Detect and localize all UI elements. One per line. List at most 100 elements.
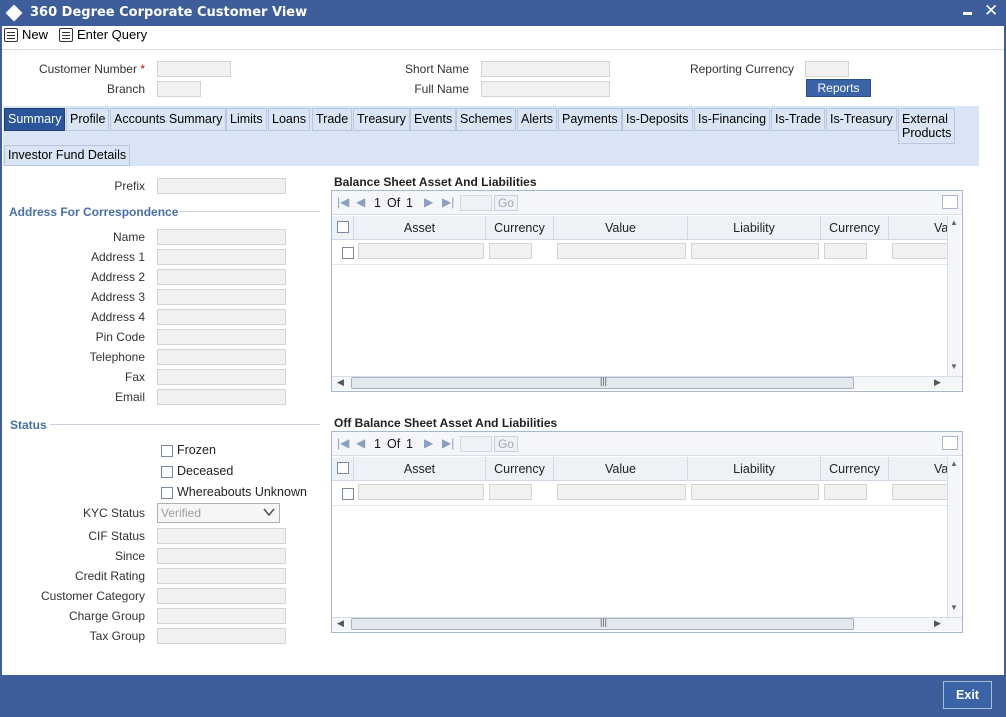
vertical-scrollbar[interactable]: ▲ ▼ [947, 216, 961, 376]
scroll-down-icon[interactable]: ▼ [950, 603, 958, 612]
scroll-up-icon[interactable]: ▲ [950, 459, 958, 468]
prev-page-icon[interactable]: ◀ [356, 195, 365, 209]
deceased-checkbox[interactable] [161, 466, 173, 478]
cif-status-field[interactable] [157, 528, 286, 544]
col-value-2[interactable]: Va [889, 216, 947, 239]
kyc-status-select[interactable]: Verified [157, 503, 280, 523]
address4-field[interactable] [157, 309, 286, 325]
tab-limits[interactable]: Limits [226, 108, 267, 131]
scroll-left-icon[interactable]: ◀ [337, 618, 344, 629]
tab-profile[interactable]: Profile [66, 108, 110, 131]
address2-field[interactable] [157, 269, 286, 285]
col-asset[interactable]: Asset [354, 216, 486, 239]
tab-is-deposits[interactable]: Is-Deposits [622, 108, 693, 131]
scroll-up-icon[interactable]: ▲ [950, 218, 958, 227]
col-currency-2[interactable]: Currency [821, 457, 889, 480]
currency-cell-2[interactable] [824, 484, 867, 500]
currency-cell-2[interactable] [824, 243, 867, 259]
tab-is-treasury[interactable]: Is-Treasury [826, 108, 897, 131]
tab-treasury[interactable]: Treasury [353, 108, 410, 131]
frozen-checkbox[interactable] [161, 445, 173, 457]
horizontal-scrollbar[interactable]: ◀ ||| ▶ [332, 617, 962, 631]
tab-loans[interactable]: Loans [268, 108, 311, 131]
col-liability[interactable]: Liability [688, 457, 821, 480]
go-button[interactable]: Go [494, 195, 518, 211]
col-liability[interactable]: Liability [688, 216, 821, 239]
whereabouts-unknown-checkbox[interactable] [161, 487, 173, 499]
last-page-icon[interactable]: ▶| [442, 436, 454, 450]
branch-field[interactable] [157, 81, 201, 97]
first-page-icon[interactable]: |◀ [337, 195, 349, 209]
address1-field[interactable] [157, 249, 286, 265]
asset-cell[interactable] [358, 484, 484, 500]
tab-summary[interactable]: Summary [4, 108, 66, 131]
col-value-2[interactable]: Va [889, 457, 947, 480]
scroll-right-icon[interactable]: ▶ [934, 618, 941, 629]
exit-button[interactable]: Exit [943, 681, 992, 709]
scroll-left-icon[interactable]: ◀ [337, 377, 344, 388]
vertical-scrollbar[interactable]: ▲ ▼ [947, 457, 961, 617]
tab-accounts-summary[interactable]: Accounts Summary [110, 108, 227, 131]
enter-query-button[interactable]: Enter Query [59, 27, 147, 42]
telephone-field[interactable] [157, 349, 286, 365]
tab-external-products[interactable]: External Products [898, 108, 956, 144]
tab-trade[interactable]: Trade [312, 108, 353, 131]
next-page-icon[interactable]: ▶ [424, 195, 433, 209]
prefix-field[interactable] [157, 178, 286, 194]
currency-cell[interactable] [489, 243, 532, 259]
reporting-currency-field[interactable] [805, 61, 849, 77]
row-checkbox[interactable] [342, 488, 354, 500]
col-currency-2[interactable]: Currency [821, 216, 889, 239]
col-value[interactable]: Value [554, 457, 688, 480]
columns-icon[interactable] [942, 195, 958, 209]
col-currency[interactable]: Currency [486, 457, 554, 480]
value-cell-2[interactable] [892, 484, 947, 500]
value-cell[interactable] [557, 243, 686, 259]
name-field[interactable] [157, 229, 286, 245]
tab-alerts[interactable]: Alerts [517, 108, 557, 131]
full-name-field[interactable] [481, 81, 610, 97]
tab-investor-fund-details[interactable]: Investor Fund Details [4, 145, 131, 166]
tab-is-trade[interactable]: Is-Trade [771, 108, 826, 131]
tab-events[interactable]: Events [410, 108, 457, 131]
customer-category-field[interactable] [157, 588, 286, 604]
col-asset[interactable]: Asset [354, 457, 486, 480]
liability-cell[interactable] [691, 484, 819, 500]
last-page-icon[interactable]: ▶| [442, 195, 454, 209]
address3-field[interactable] [157, 289, 286, 305]
col-currency[interactable]: Currency [486, 216, 554, 239]
currency-cell[interactable] [489, 484, 532, 500]
tab-payments[interactable]: Payments [558, 108, 622, 131]
select-all-checkbox[interactable] [336, 221, 349, 233]
horizontal-scrollbar[interactable]: ◀ ||| ▶ [332, 376, 962, 390]
charge-group-field[interactable] [157, 608, 286, 624]
col-value[interactable]: Value [554, 216, 688, 239]
page-number-input[interactable] [460, 436, 492, 452]
row-checkbox[interactable] [342, 247, 354, 259]
tab-schemes[interactable]: Schemes [456, 108, 517, 131]
pin-code-field[interactable] [157, 329, 286, 345]
value-cell-2[interactable] [892, 243, 947, 259]
prev-page-icon[interactable]: ◀ [356, 436, 365, 450]
fax-field[interactable] [157, 369, 286, 385]
new-button[interactable]: New [4, 27, 48, 42]
select-all-checkbox[interactable] [336, 462, 349, 474]
page-number-input[interactable] [460, 195, 492, 211]
asset-cell[interactable] [358, 243, 484, 259]
liability-cell[interactable] [691, 243, 819, 259]
scroll-down-icon[interactable]: ▼ [950, 362, 958, 371]
minimize-icon[interactable] [963, 12, 972, 15]
since-field[interactable] [157, 548, 286, 564]
short-name-field[interactable] [481, 61, 610, 77]
next-page-icon[interactable]: ▶ [424, 436, 433, 450]
go-button[interactable]: Go [494, 436, 518, 452]
first-page-icon[interactable]: |◀ [337, 436, 349, 450]
tab-is-financing[interactable]: Is-Financing [694, 108, 771, 131]
reports-button[interactable]: Reports [806, 79, 871, 97]
scroll-right-icon[interactable]: ▶ [934, 377, 941, 388]
tax-group-field[interactable] [157, 628, 286, 644]
credit-rating-field[interactable] [157, 568, 286, 584]
customer-number-field[interactable] [157, 61, 231, 77]
email-field[interactable] [157, 389, 286, 405]
value-cell[interactable] [557, 484, 686, 500]
